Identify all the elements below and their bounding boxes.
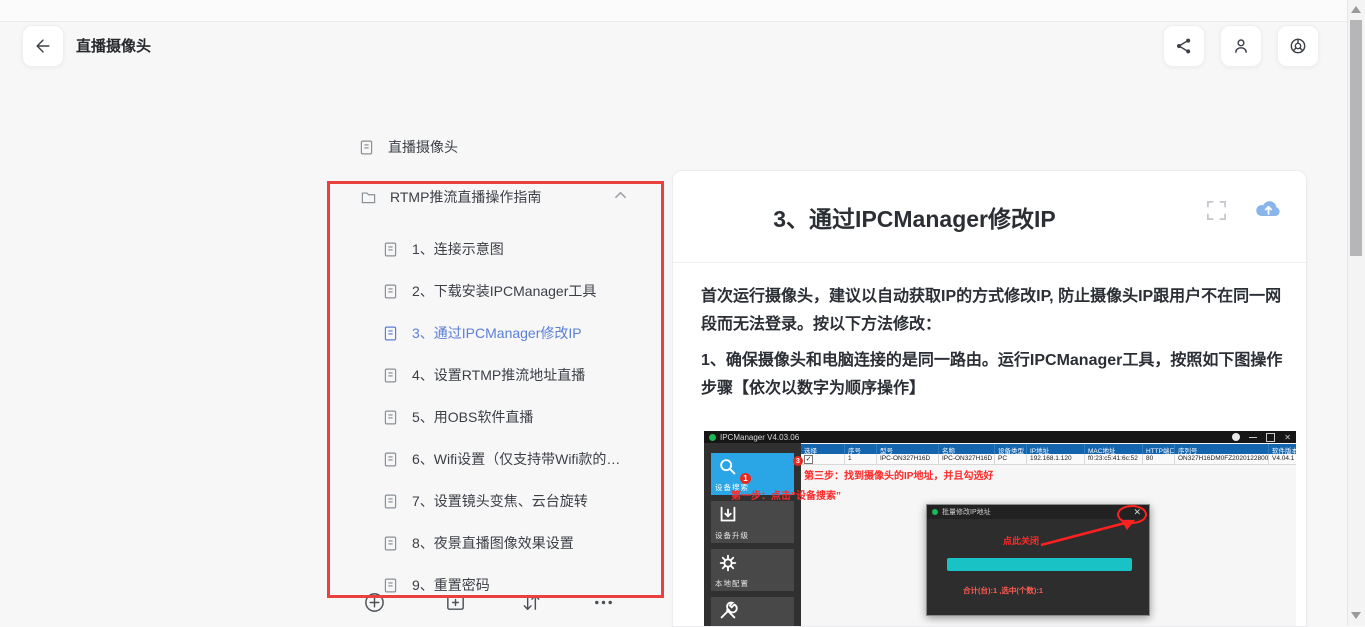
page-scrollbar[interactable] xyxy=(1347,0,1365,625)
share-icon xyxy=(1174,36,1194,56)
red-arrow-annotation xyxy=(1039,517,1139,547)
scrollbar-thumb[interactable] xyxy=(1350,20,1362,256)
tree-item-6[interactable]: 6、Wifi设置（仅支持带Wifi款的… xyxy=(382,446,620,472)
annotation-step-3: 第三步：找到摄像头的IP地址，并且勾选好 xyxy=(804,467,993,482)
shot-app-icon xyxy=(709,434,716,441)
document-icon xyxy=(382,409,399,426)
support-button[interactable] xyxy=(1277,25,1319,67)
checked-checkbox-icon: ✓ xyxy=(804,455,813,464)
shot-config-button: 本地配置 xyxy=(711,549,794,591)
share-button[interactable] xyxy=(1163,25,1205,67)
tree-item-label: 直播摄像头 xyxy=(388,137,458,157)
back-arrow-icon xyxy=(33,36,53,56)
support-icon xyxy=(1288,36,1308,56)
tree-item-label: 6、Wifi设置（仅支持带Wifi款的… xyxy=(412,449,620,469)
more-dots-icon xyxy=(592,591,615,614)
tree-item-label: 3、通过IPCManager修改IP xyxy=(412,323,582,343)
step-badge-3: 3 xyxy=(793,456,803,466)
back-button[interactable] xyxy=(22,25,64,67)
shot-titlebar: IPCManager V4.03.06 ✕ xyxy=(704,431,1296,443)
shot-dialog: 批量修改IP地址 ✕ 点此关闭 合计(台):1 ,选中(个数):1 xyxy=(926,504,1150,616)
shot-tools-button: 常用工具 xyxy=(711,597,794,626)
tree-folder-rtmp-guide[interactable]: RTMP推流直播操作指南 xyxy=(360,184,541,210)
download-icon xyxy=(717,504,739,526)
embedded-screenshot: IPCManager V4.03.06 ✕ 1 设备搜索 设备升级 本地配置 xyxy=(704,431,1296,626)
tree-item-1[interactable]: 1、连接示意图 xyxy=(382,236,504,262)
tree-item-label: 8、夜景直播图像效果设置 xyxy=(412,533,574,553)
account-button[interactable] xyxy=(1220,25,1262,67)
cloud-sync-icon[interactable] xyxy=(1255,197,1282,220)
shot-progress-bar xyxy=(947,558,1132,571)
shot-sidebar: 1 设备搜索 设备升级 本地配置 常用工具 xyxy=(704,443,801,626)
shot-device-table: 选择 序号 型号 名称 设备类型 IP地址 MAC地址 HTTP端口 序列号 软… xyxy=(801,444,1296,465)
page-title: 直播摄像头 xyxy=(76,35,151,56)
document-panel: 3、通过IPCManager修改IP 首次运行摄像头，建议以自动获取IP的方式修… xyxy=(672,170,1307,627)
tree-item-7[interactable]: 7、设置镜头变焦、云台旋转 xyxy=(382,488,588,514)
document-icon xyxy=(382,325,399,342)
tree-item-8[interactable]: 8、夜景直播图像效果设置 xyxy=(382,530,574,556)
document-title: 3、通过IPCManager修改IP xyxy=(773,200,1055,234)
sort-arrows-icon xyxy=(520,591,543,614)
document-icon xyxy=(382,451,399,468)
shot-window-title: IPCManager V4.03.06 xyxy=(720,433,799,442)
tree-item-label: 4、设置RTMP推流地址直播 xyxy=(412,365,585,385)
document-icon xyxy=(382,241,399,258)
document-icon xyxy=(382,283,399,300)
shot-maximize-icon xyxy=(1266,433,1275,442)
fullscreen-icon[interactable] xyxy=(1206,200,1227,221)
shot-dialog-icon xyxy=(932,509,938,515)
shot-dialog-title: 批量修改IP地址 xyxy=(942,507,991,517)
folder-icon xyxy=(360,189,377,206)
tree-item-label: 2、下载安装IPCManager工具 xyxy=(412,281,596,301)
step-badge-1: 1 xyxy=(740,473,751,484)
window-top-strip xyxy=(0,0,1365,22)
tree-item-5[interactable]: 5、用OBS软件直播 xyxy=(382,404,533,430)
collapse-chevron-icon[interactable] xyxy=(614,191,627,199)
document-icon xyxy=(382,535,399,552)
document-icon xyxy=(358,139,375,156)
shot-window-controls: ✕ xyxy=(1232,431,1291,443)
scrollbar-up-arrow[interactable] xyxy=(1351,6,1361,13)
shot-row-checkbox-cell: ✓ xyxy=(801,454,845,465)
tree-item-label: 5、用OBS软件直播 xyxy=(412,407,533,427)
gear-icon xyxy=(717,552,739,574)
folder-plus-icon xyxy=(444,591,467,614)
add-page-button[interactable] xyxy=(361,589,387,615)
tree-item-label: 1、连接示意图 xyxy=(412,239,504,259)
add-folder-button[interactable] xyxy=(442,589,468,615)
tree-item-2[interactable]: 2、下载安装IPCManager工具 xyxy=(382,278,596,304)
tree-item-3-active[interactable]: 3、通过IPCManager修改IP xyxy=(382,320,582,346)
doc-paragraph-1: 首次运行摄像头，建议以自动获取IP的方式修改IP, 防止摄像头IP跟用户不在同一… xyxy=(701,283,1297,339)
shot-table-header-row: 选择 序号 型号 名称 设备类型 IP地址 MAC地址 HTTP端口 序列号 软… xyxy=(801,444,1296,454)
annotation-close-hint: 点此关闭 xyxy=(1003,534,1039,547)
scrollbar-down-arrow[interactable] xyxy=(1351,612,1361,619)
annotation-step-1: 第一步：点击“设备搜索” xyxy=(731,487,841,502)
shot-theme-icon xyxy=(1232,433,1240,441)
document-icon xyxy=(382,367,399,384)
tree-item-label: 7、设置镜头变焦、云台旋转 xyxy=(412,491,588,511)
document-icon xyxy=(382,493,399,510)
magnifier-icon xyxy=(717,456,739,478)
sort-button[interactable] xyxy=(518,589,544,615)
shot-table-row: ✓ 1 IPC-ON327H16D IPC-ON327H16D PC 192.1… xyxy=(801,454,1296,465)
shot-upgrade-button: 设备升级 xyxy=(711,501,794,543)
tree-item-root[interactable]: 直播摄像头 xyxy=(358,134,458,160)
tree-item-9[interactable]: 9、重置密码 xyxy=(382,572,490,598)
tree-folder-label: RTMP推流直播操作指南 xyxy=(390,187,541,207)
more-button[interactable] xyxy=(590,589,616,615)
shot-close-icon: ✕ xyxy=(1284,433,1291,442)
account-icon xyxy=(1231,36,1251,56)
doc-paragraph-2: 1、确保摄像头和电脑连接的是同一路由。运行IPCManager工具，按照如下图操… xyxy=(701,347,1297,403)
plus-circle-icon xyxy=(363,591,386,614)
shot-minimize-icon xyxy=(1249,437,1257,438)
wrench-icon xyxy=(717,600,739,622)
shot-dialog-status: 合计(台):1 ,选中(个数):1 xyxy=(963,585,1043,596)
tree-item-4[interactable]: 4、设置RTMP推流地址直播 xyxy=(382,362,585,388)
